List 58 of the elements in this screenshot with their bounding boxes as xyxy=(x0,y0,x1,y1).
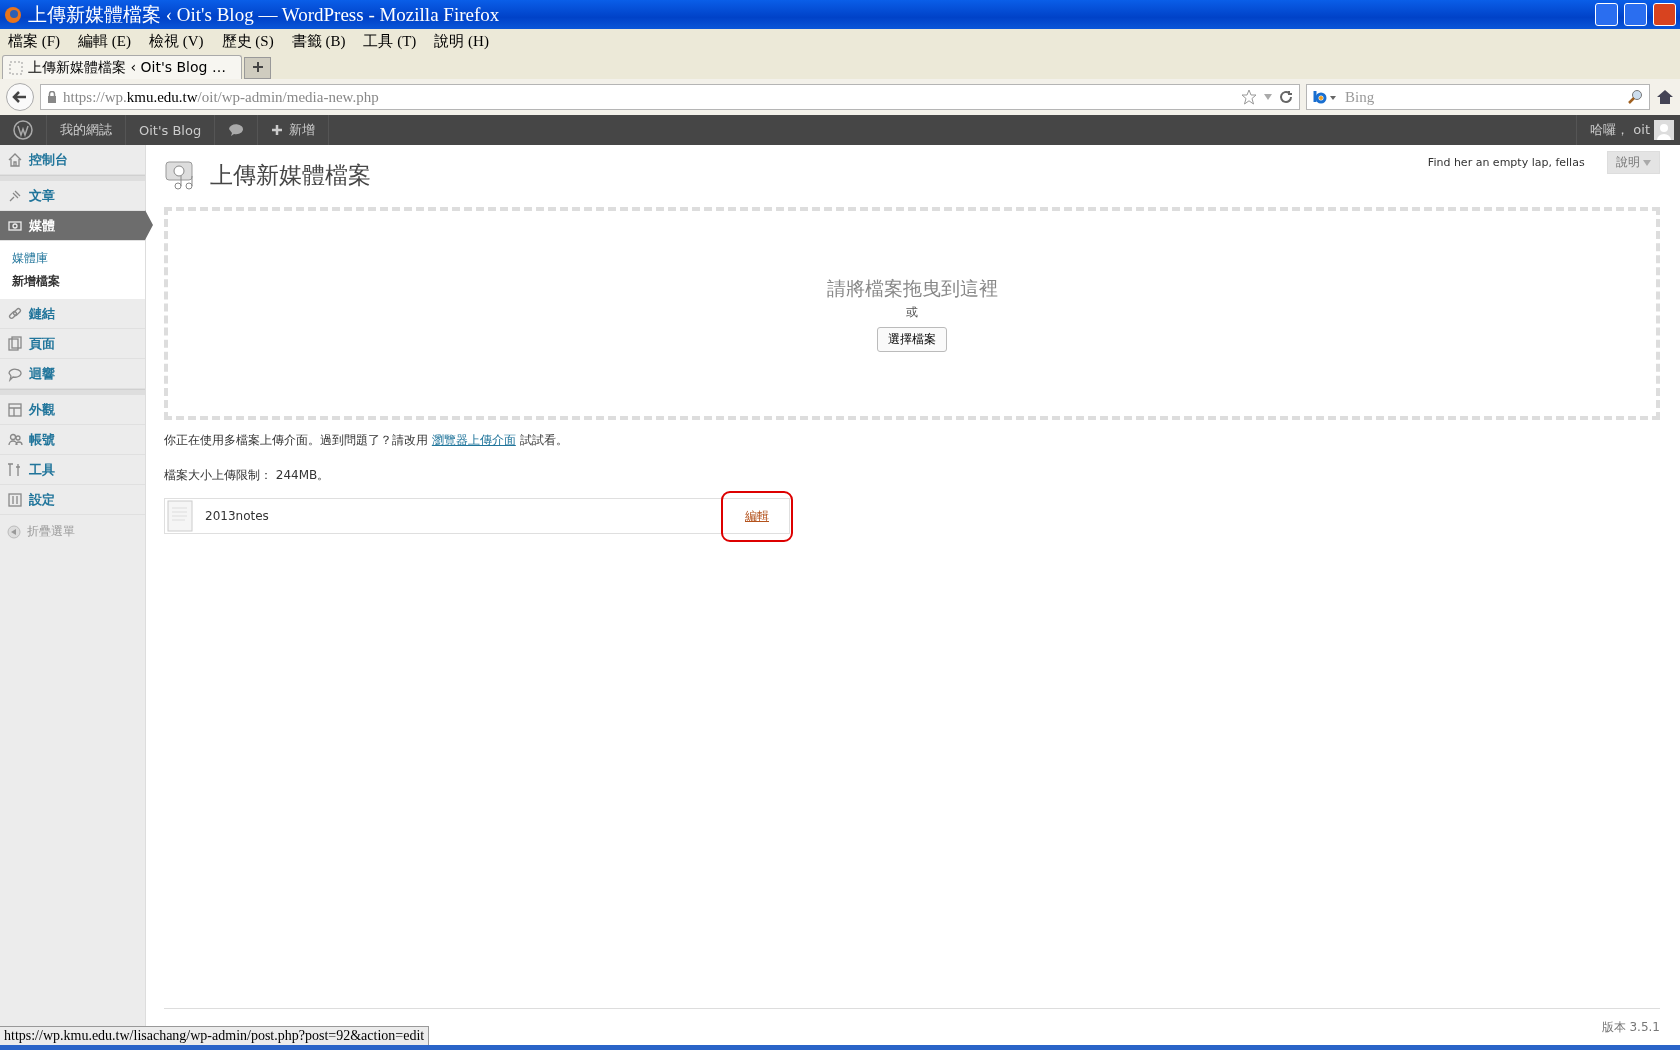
chain-link-icon xyxy=(7,305,23,322)
close-button[interactable] xyxy=(1653,3,1676,26)
tagline: Find her an empty lap, fellas xyxy=(1427,156,1585,169)
window-title: 上傳新媒體檔案 ‹ Oit's Blog — WordPress - Mozilla Firefox xyxy=(28,2,501,27)
menu-item[interactable]: 說明 (H) xyxy=(434,32,489,51)
sidebar-item[interactable]: 外觀 xyxy=(0,395,145,425)
drop-zone[interactable]: 請將檔案拖曳到這裡 或 選擇檔案 xyxy=(164,207,1660,420)
browser-uploader-link[interactable]: 瀏覽器上傳介面 xyxy=(431,433,516,447)
pages-icon xyxy=(7,335,23,352)
menu-item[interactable]: 編輯 (E) xyxy=(78,32,131,51)
search-icon[interactable] xyxy=(1627,89,1643,105)
or-text: 或 xyxy=(906,303,918,321)
plus-icon xyxy=(251,61,264,73)
arrow-left-icon xyxy=(12,89,28,105)
menu-item[interactable]: 檔案 (F) xyxy=(8,32,61,51)
home-icon[interactable] xyxy=(1656,89,1674,105)
sidebar-item[interactable]: 帳號 xyxy=(0,425,145,455)
minimize-button[interactable] xyxy=(1595,3,1618,26)
status-url: https://wp.kmu.edu.tw/lisachang/wp-admin/post.php?post=92&action=edit xyxy=(0,1026,430,1045)
maximize-button[interactable] xyxy=(1624,3,1647,26)
help-tab[interactable]: 說明 xyxy=(1606,151,1660,174)
version-text: 版本 3.5.1 xyxy=(1601,1018,1660,1036)
current-pointer-icon xyxy=(145,210,153,240)
tools-icon xyxy=(7,461,23,478)
sidebar-item[interactable]: 頁面 xyxy=(0,329,145,359)
menu-item[interactable]: 工具 (T) xyxy=(363,32,417,51)
menu-item[interactable]: 檢視 (V) xyxy=(149,32,204,51)
submenu-item[interactable]: 新增檔案 xyxy=(0,270,145,293)
house-icon xyxy=(7,151,23,168)
url-text: https://wp.kmu.edu.tw/oit/wp-admin/media-new.php xyxy=(63,88,380,106)
upload-limit: 檔案大小上傳限制： 244MB。 xyxy=(164,467,331,484)
lock-icon xyxy=(47,91,57,103)
edit-link[interactable]: 編輯 xyxy=(745,507,769,525)
star-icon[interactable] xyxy=(1241,89,1257,105)
drop-heading: 請將檔案拖曳到這裡 xyxy=(826,275,998,301)
layout-icon xyxy=(7,401,23,418)
page-title: 上傳新媒體檔案 xyxy=(210,160,371,190)
file-name: 2013notes xyxy=(205,509,270,523)
reload-icon[interactable] xyxy=(1279,90,1293,104)
submenu-item[interactable]: 媒體庫 xyxy=(0,247,145,270)
sidebar-item[interactable]: 設定 xyxy=(0,485,145,515)
search-box[interactable]: Bing xyxy=(1306,84,1650,110)
address-bar[interactable]: https://wp.kmu.edu.tw/oit/wp-admin/media-new.php xyxy=(40,84,1300,110)
sidebar-item[interactable]: 鏈結 xyxy=(0,299,145,329)
upload-notice: 你正在使用多檔案上傳介面。過到問題了？請改用 瀏覽器上傳介面 試試看。 xyxy=(164,432,569,449)
sidebar-item[interactable]: 工具 xyxy=(0,455,145,485)
search-engine-logo-icon xyxy=(1313,90,1337,104)
menu-item[interactable]: 書籤 (B) xyxy=(291,32,346,51)
browser-logo-icon xyxy=(4,5,22,24)
browser-tab[interactable]: 上傳新媒體檔案 ‹ Oit's Blog … xyxy=(2,55,242,79)
caret-icon xyxy=(1643,160,1651,166)
new-tab-button[interactable] xyxy=(244,57,271,79)
blank-page-icon xyxy=(9,60,23,75)
menu-item[interactable]: 歷史 (S) xyxy=(221,32,274,51)
plus-icon xyxy=(271,124,284,136)
people-icon xyxy=(7,431,23,448)
back-button[interactable] xyxy=(6,83,34,111)
select-files-button[interactable]: 選擇檔案 xyxy=(877,326,947,352)
